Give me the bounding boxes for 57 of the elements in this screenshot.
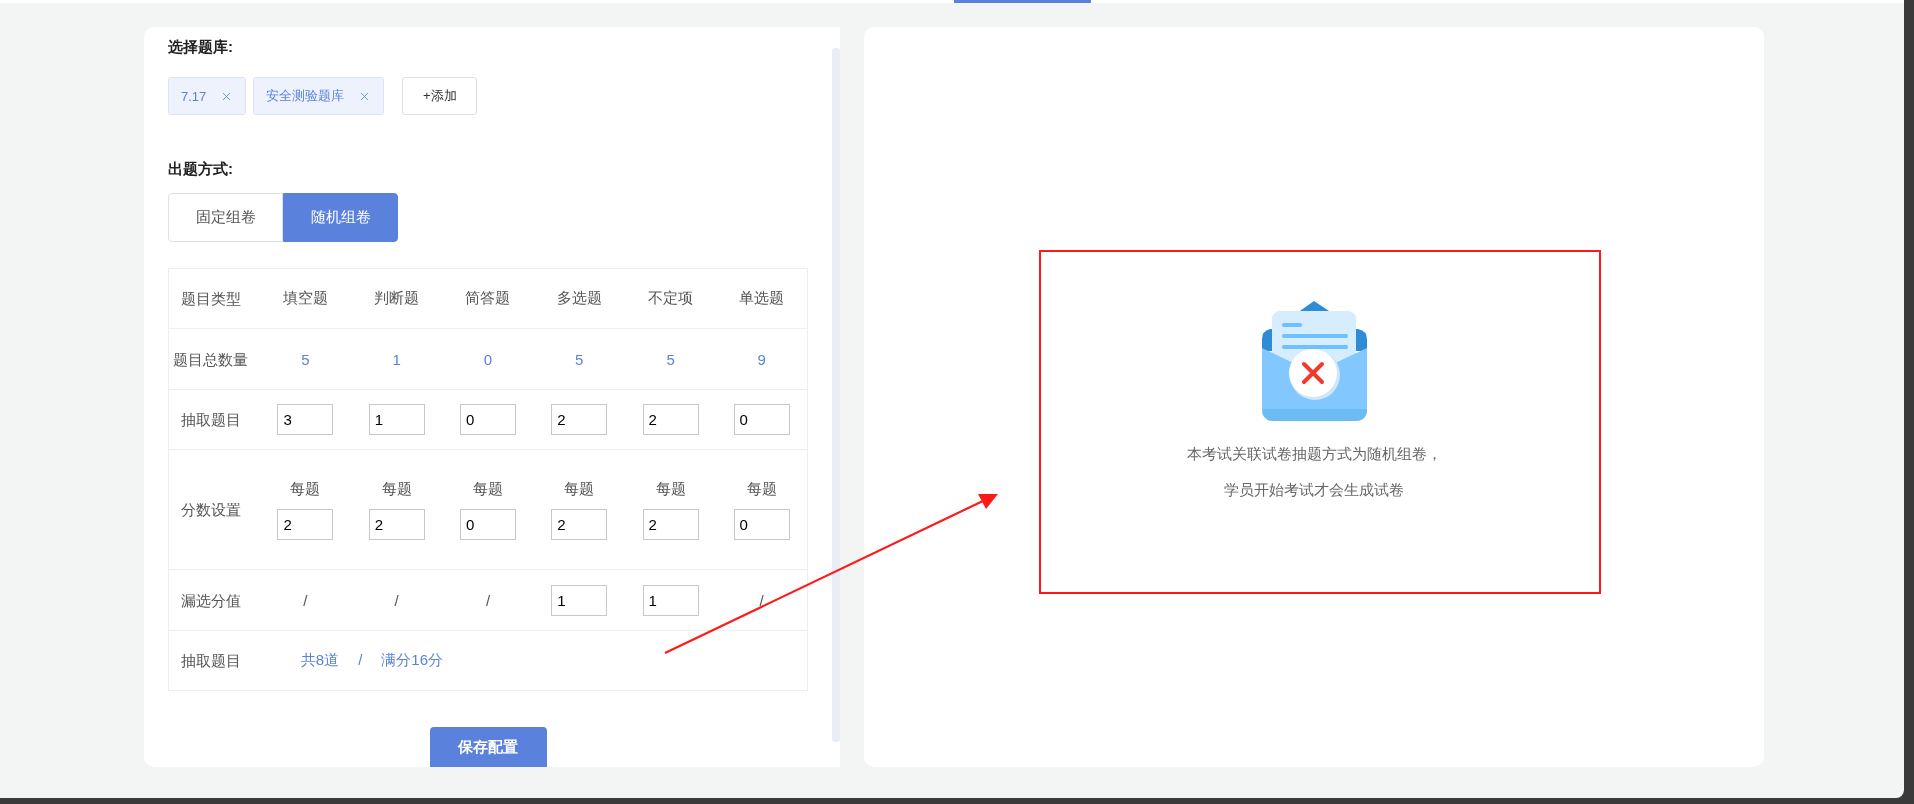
column-header: 填空题 — [259, 268, 352, 329]
number-input[interactable]: 2 — [368, 508, 425, 540]
count-value: 5 — [533, 328, 625, 390]
number-input[interactable]: 2 — [551, 508, 608, 540]
row-label: 抽取题目 — [168, 389, 260, 450]
count-value: 1 — [351, 328, 443, 390]
total-count: 共8道 — [300, 651, 340, 668]
number-input[interactable]: 1 — [642, 584, 699, 616]
number-input[interactable]: 2 — [277, 508, 334, 540]
per-question-label: 每题 — [563, 479, 596, 499]
number-input[interactable]: 3 — [277, 404, 334, 435]
count-value: 5 — [259, 328, 352, 390]
number-input[interactable]: 0 — [733, 508, 790, 540]
notice-text: 本考试关联试卷抽题方式为随机组卷， — [1186, 444, 1442, 464]
number-input[interactable]: 1 — [368, 404, 425, 435]
count-value: 0 — [442, 328, 534, 390]
column-header: 单选题 — [716, 268, 808, 329]
add-button[interactable]: +添加 — [402, 77, 478, 115]
number-input[interactable]: 0 — [733, 404, 790, 435]
column-header: 简答题 — [442, 268, 534, 329]
row-label: 分数设置 — [168, 449, 260, 570]
count-value: 9 — [716, 328, 808, 390]
per-question-label: 每题 — [380, 479, 413, 499]
number-input[interactable]: 2 — [642, 508, 699, 540]
per-question-label: 每题 — [654, 479, 687, 499]
full-score: 满分16分 — [381, 651, 443, 668]
separator-text: / — [358, 651, 363, 668]
column-header: 多选题 — [533, 268, 625, 329]
per-question-label: 每题 — [472, 479, 504, 499]
number-input[interactable]: 0 — [460, 404, 516, 435]
envelope-error-icon — [1261, 300, 1367, 421]
slash-text: / — [716, 569, 808, 631]
mode-tab[interactable]: 固定组卷 — [168, 193, 283, 242]
number-input[interactable]: 2 — [551, 404, 608, 435]
number-input[interactable]: 1 — [551, 584, 608, 616]
section-title: 选择题库: — [168, 37, 234, 57]
slash-text: / — [442, 569, 534, 631]
row-label: 漏选分值 — [168, 569, 260, 631]
column-header: 不定项 — [624, 268, 717, 329]
tag-label: 7.17 — [181, 88, 207, 104]
number-input[interactable]: 2 — [642, 404, 699, 435]
per-question-label: 每题 — [289, 479, 322, 499]
column-header: 判断题 — [351, 268, 443, 329]
slash-text: / — [351, 569, 443, 631]
count-value: 5 — [624, 328, 717, 390]
section-title: 出题方式: — [168, 159, 234, 179]
number-input[interactable]: 0 — [460, 508, 516, 540]
slash-text: / — [259, 569, 352, 631]
scrollbar[interactable] — [832, 48, 840, 742]
per-question-label: 每题 — [745, 479, 778, 499]
row-label: 题目总数量 — [168, 328, 260, 390]
mode-tab[interactable]: 随机组卷 — [283, 193, 398, 242]
save-button[interactable]: 保存配置 — [429, 727, 547, 767]
tag-label: 安全测验题库 — [266, 87, 345, 105]
row-label: 抽取题目 — [168, 630, 260, 691]
column-header: 题目类型 — [168, 268, 260, 329]
notice-text: 学员开始考试才会生成试卷 — [1224, 480, 1404, 500]
